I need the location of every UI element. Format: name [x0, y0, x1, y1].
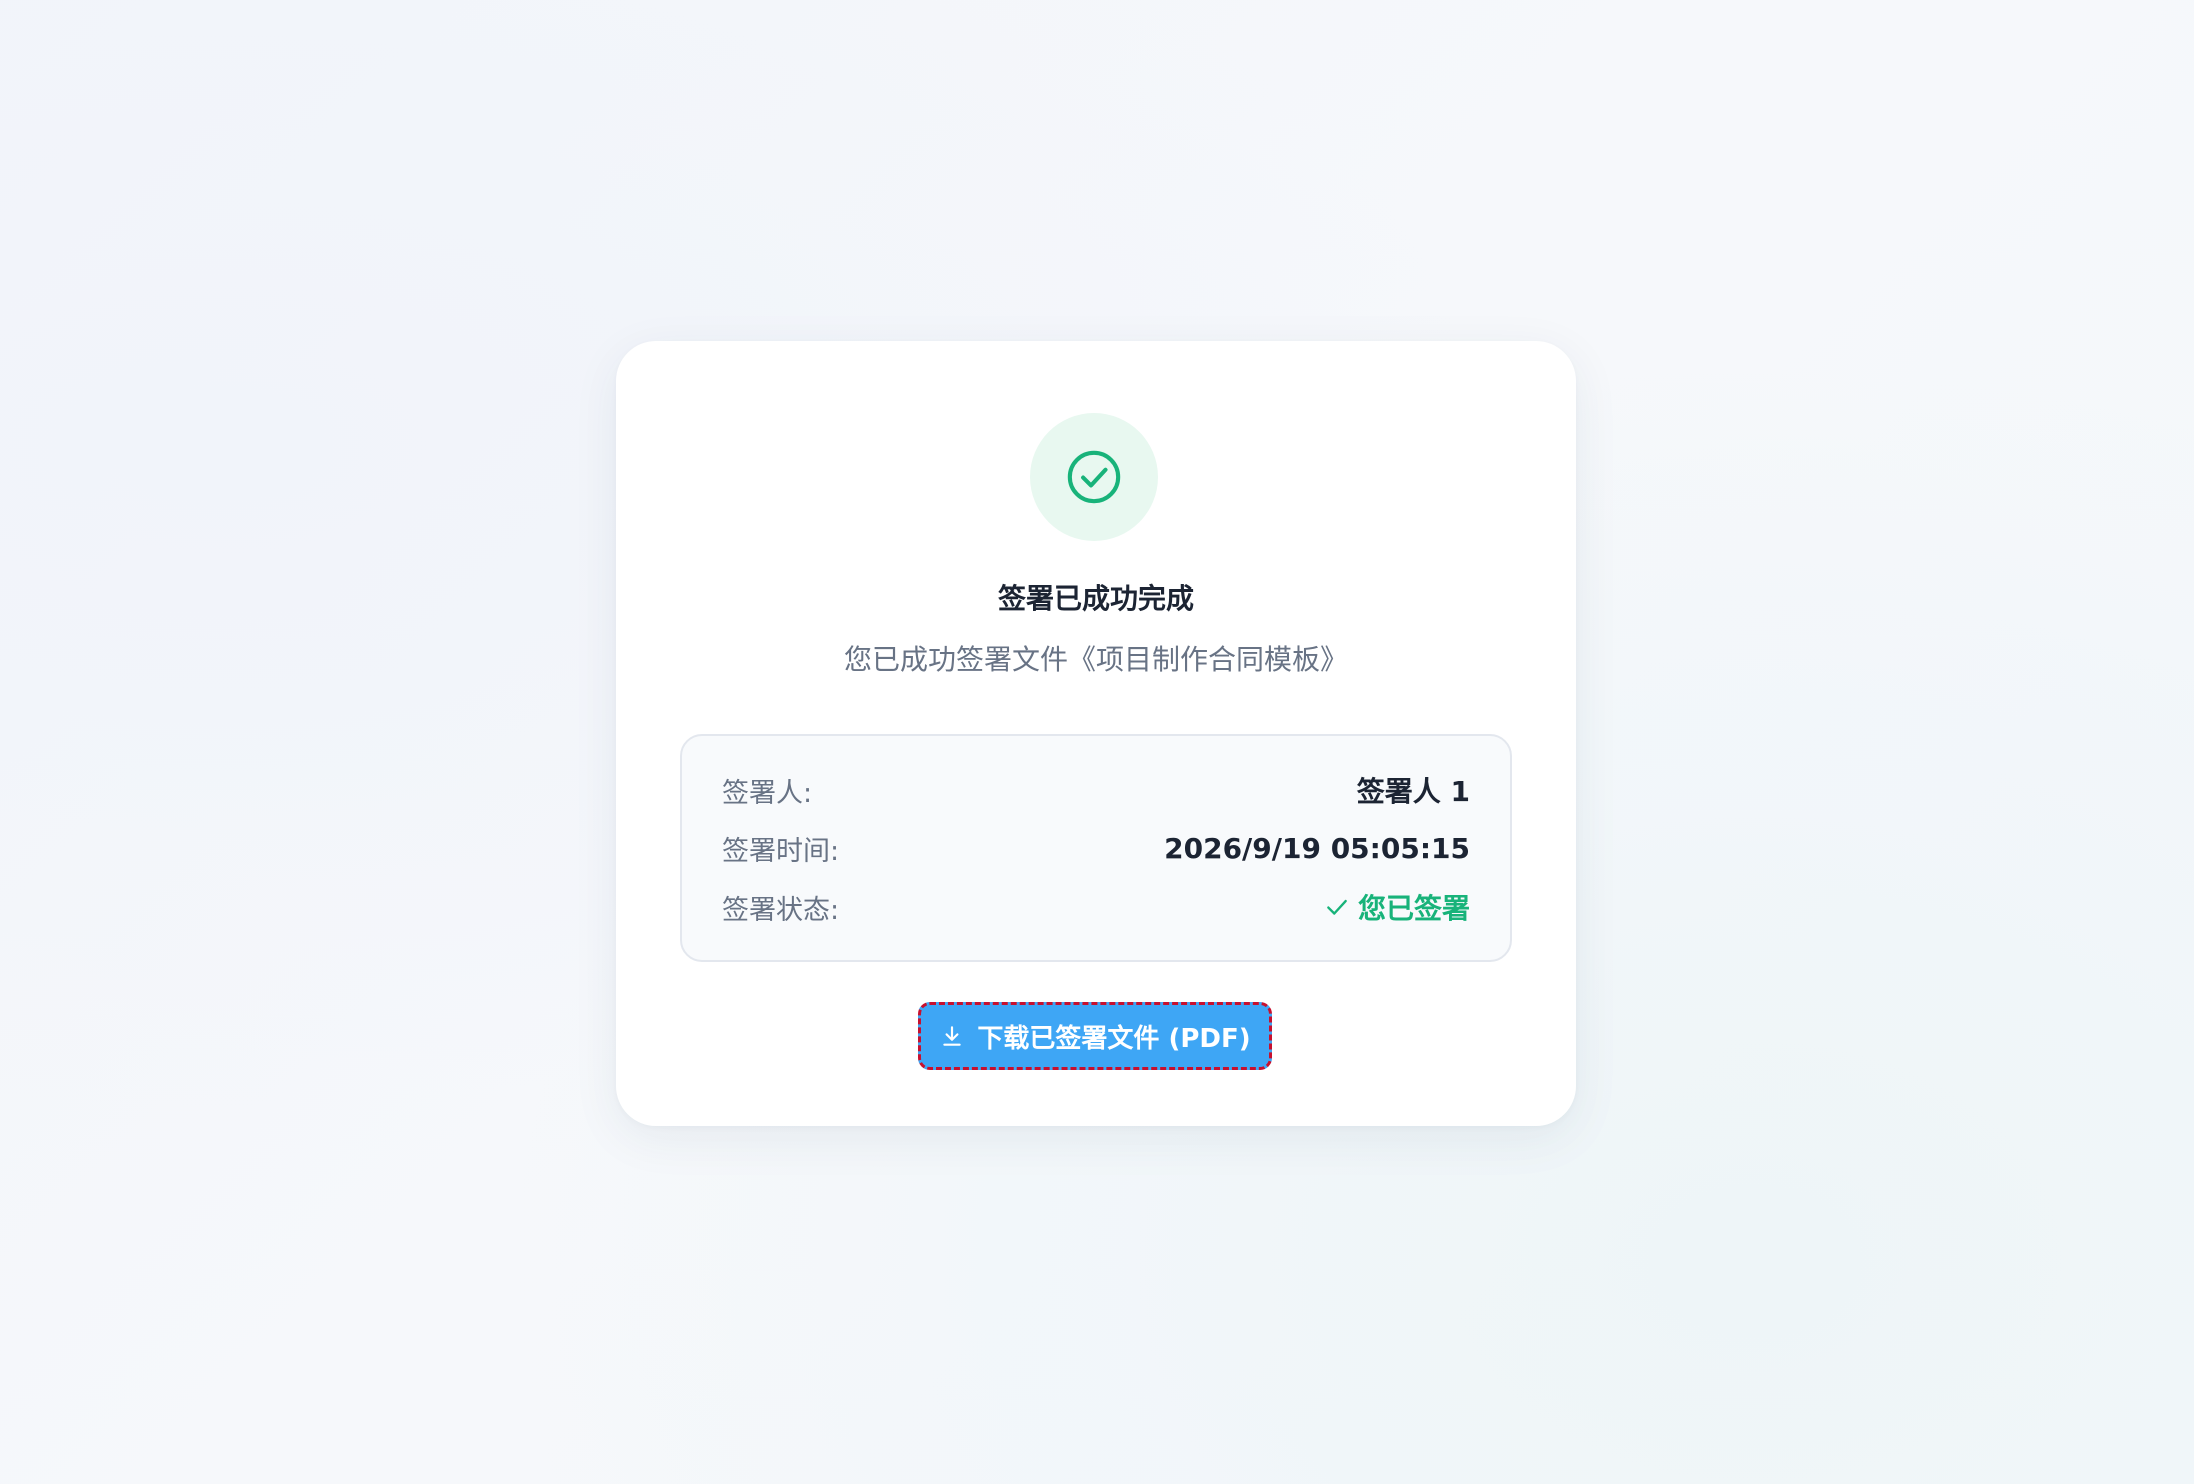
signing-time-label: 签署时间: [722, 835, 840, 867]
download-signed-pdf-button[interactable]: 下载已签署文件 (PDF) [918, 1002, 1272, 1070]
check-icon [1327, 899, 1347, 915]
signing-time-row: 签署时间: 2026/9/19 05:05:15 [722, 828, 1470, 868]
signing-status-value: 您已签署 [1357, 892, 1470, 925]
page-title: 签署已成功完成 [997, 582, 1194, 615]
status-badge: 您已签署 [1324, 887, 1470, 927]
signing-status-row: 签署状态: 您已签署 [722, 887, 1470, 927]
signing-status-label: 签署状态: [722, 894, 840, 926]
signing-details-panel: 签署人: 签署人 1 签署时间: 2026/9/19 05:05:15 签署状态… [680, 734, 1512, 962]
success-badge [1030, 413, 1158, 541]
download-button-label: 下载已签署文件 (PDF) [977, 1023, 1251, 1054]
signer-label: 签署人: [722, 777, 813, 809]
download-icon [943, 1026, 962, 1046]
page-subtitle: 您已成功签署文件《项目制作合同模板》 [843, 643, 1348, 676]
signer-value: 签署人 1 [1356, 775, 1470, 808]
check-circle-icon [1067, 450, 1121, 504]
signing-success-card: 签署已成功完成 您已成功签署文件《项目制作合同模板》 签署人: 签署人 1 签署… [616, 341, 1576, 1126]
signer-row: 签署人: 签署人 1 [722, 770, 1470, 810]
signing-time-value: 2026/9/19 05:05:15 [1164, 831, 1470, 865]
